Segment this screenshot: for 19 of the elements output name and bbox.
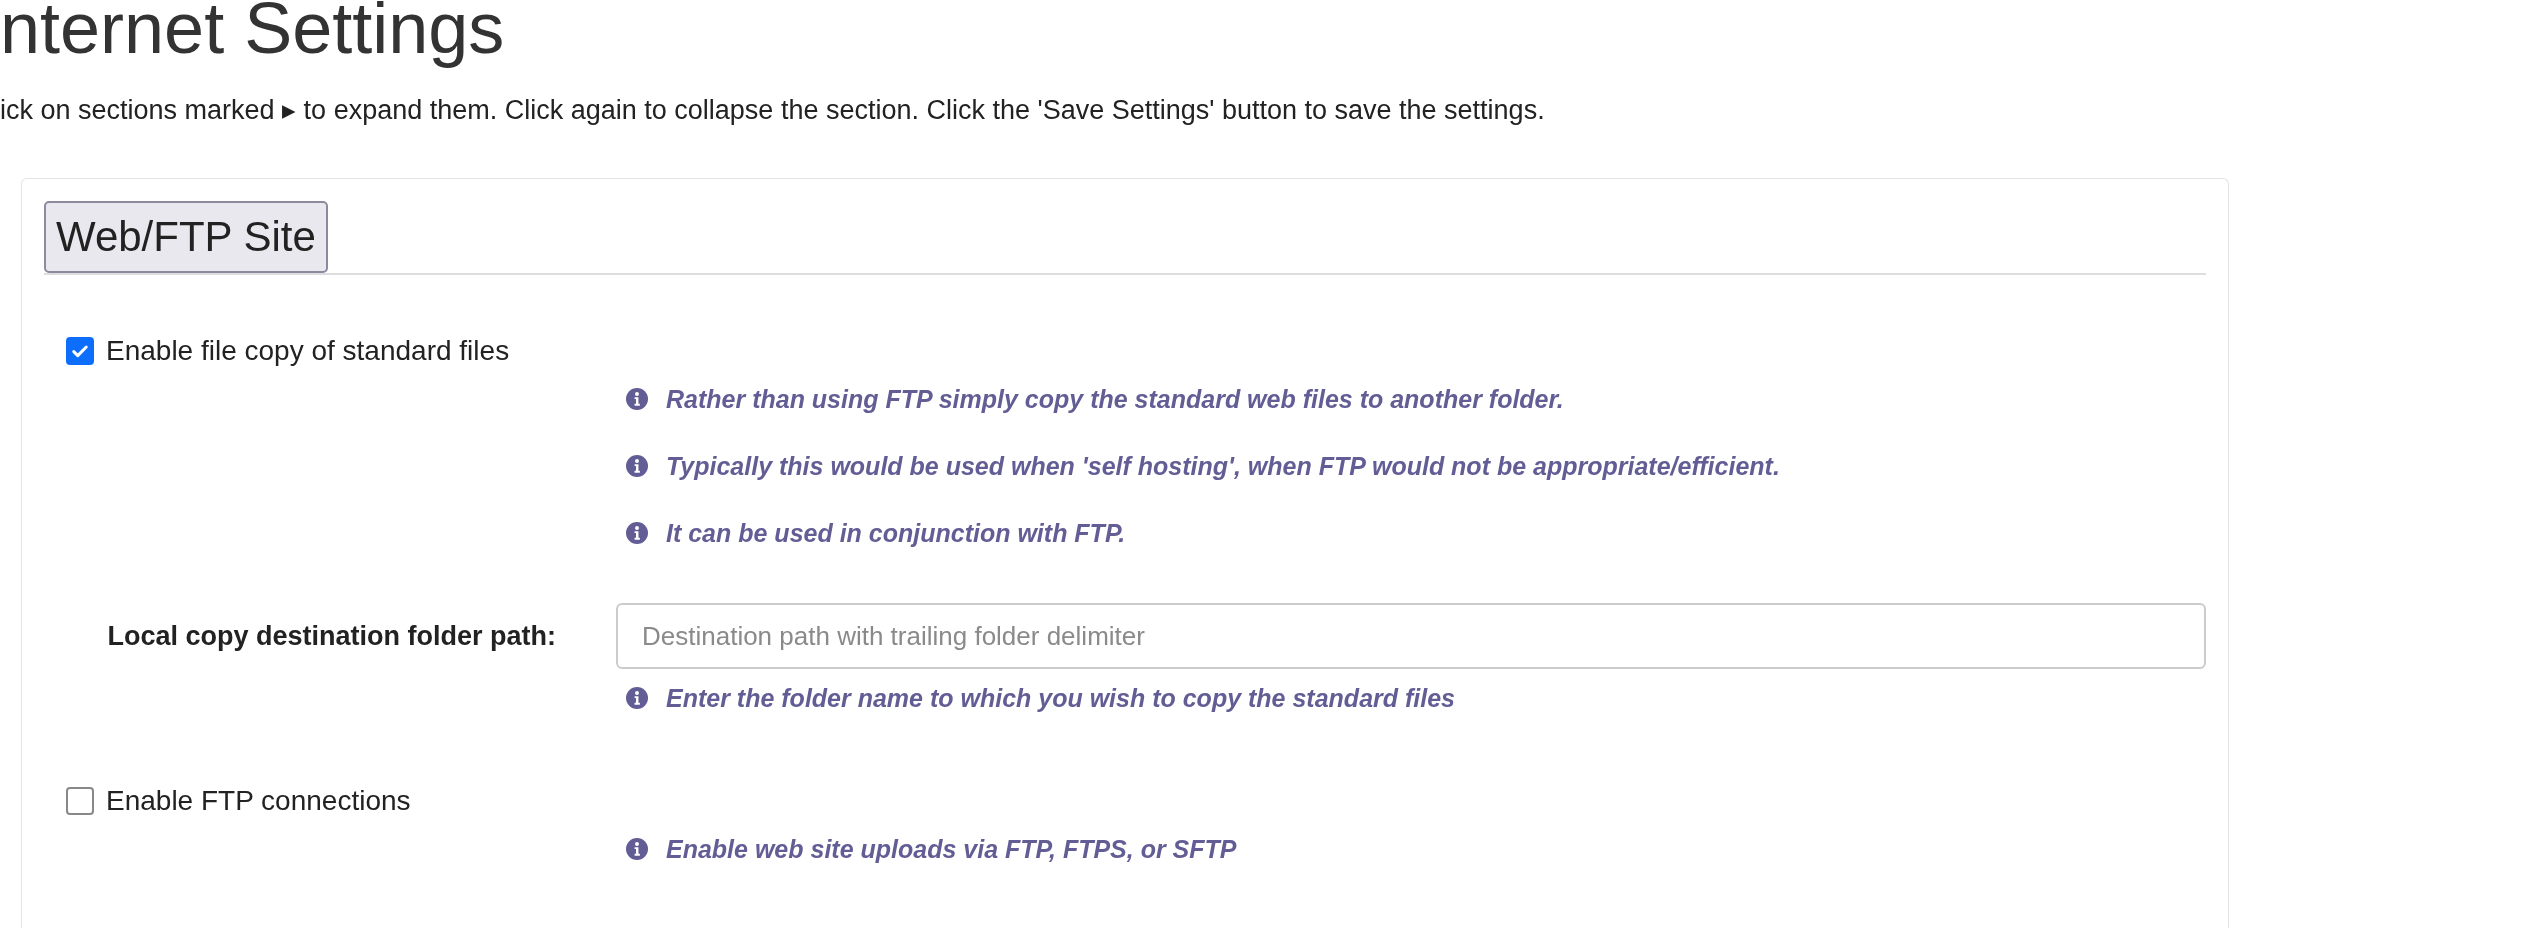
field-label: Local copy destination folder path:: [106, 620, 557, 652]
info-icon: [626, 388, 648, 410]
checkbox[interactable]: [66, 787, 94, 815]
checkbox[interactable]: [66, 337, 94, 365]
help-text: Enable web site uploads via FTP, FTPS, or SFTP: [666, 834, 1237, 864]
checkbox-label: Enable FTP connections: [106, 785, 411, 817]
intro-text: ick on sections marked ▸ to expand them. Click again to collapse the section. Click the 'Save Settings' button to save the settings.: [0, 94, 1546, 126]
help-text: Rather than using FTP simply copy the standard web files to another folder.: [666, 384, 1564, 414]
info-icon: [626, 687, 648, 709]
page-title: nternet Settings: [0, 0, 506, 68]
info-icon: [626, 455, 648, 477]
help-text: It can be used in conjunction with FTP.: [666, 518, 1126, 548]
help-text: Typically this would be used when 'self hosting', when FTP would not be appropriate/efficient.: [666, 451, 1780, 481]
input-field[interactable]: Destination path with trailing folder delimiter: [616, 603, 2206, 669]
info-icon: [626, 522, 648, 544]
help-text: Enter the folder name to which you wish to copy the standard files: [666, 683, 1455, 713]
checkbox-label: Enable file copy of standard files: [106, 335, 510, 367]
section-toggle-button[interactable]: Web/FTP Site: [44, 201, 328, 273]
info-icon: [626, 838, 648, 860]
